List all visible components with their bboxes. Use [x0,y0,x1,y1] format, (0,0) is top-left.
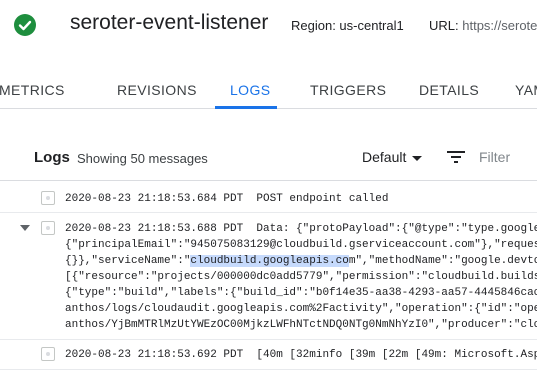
collapse-chevron-icon[interactable] [20,225,30,231]
filter-input[interactable]: Filter [479,149,510,165]
filter-icon[interactable] [447,150,465,164]
log-text-line: [{"resource":"projects/000000dc0add5779"… [65,271,537,283]
log-entry[interactable]: 2020-08-23 21:18:53.684 PDT POST endpoin… [0,187,537,209]
check-circle-icon [14,14,36,36]
row-divider [0,339,537,340]
log-text-line: {"type":"build","labels":{"build_id":"b0… [65,287,537,299]
log-text-line: anthos/logs/cloudaudit.googleapis.com%2F… [65,303,537,315]
severity-default-icon [41,221,55,235]
log-text: 2020-08-23 21:18:53.692 PDT [40m [32minf… [65,349,537,361]
tab-logs[interactable]: LOGS [230,82,271,98]
url-label: URL: [429,18,459,33]
log-entry[interactable]: 2020-08-23 21:18:53.692 PDT [40m [32minf… [0,343,537,365]
log-text-line: 2020-08-23 21:18:53.688 PDT Data: {"prot… [65,223,537,235]
region-label: Region: us-central1 [291,18,404,33]
service-name: seroter-event-listener [70,11,269,34]
severity-dropdown[interactable]: Default [362,149,423,165]
tab-triggers[interactable]: TRIGGERS [310,82,386,98]
tab-bar: METRICS REVISIONS LOGS TRIGGERS DETAILS … [0,70,537,109]
severity-value: Default [362,149,407,165]
tab-yaml[interactable]: YAM [515,82,537,98]
log-list: 2020-08-23 21:18:53.684 PDT POST endpoin… [0,180,537,374]
selected-text: cloudbuild.googleapis.co [190,255,349,267]
log-text-segment: m","methodName":"google.devto [348,255,537,267]
log-text-line: anthos/YjBmMTRlMzUtYWEzOC00MjkzLWFhNTctN… [65,319,537,331]
row-divider [0,369,537,370]
log-entry-expanded[interactable]: 2020-08-23 21:18:53.688 PDT Data: {"prot… [0,215,537,337]
tab-details[interactable]: DETAILS [419,82,479,98]
log-text-line: {"principalEmail":"945075083129@cloudbui… [65,239,537,251]
service-header: seroter-event-listener Region: us-centra… [0,0,537,56]
severity-default-icon [41,347,55,361]
caret-down-icon [412,155,423,161]
logs-count: Showing 50 messages [77,151,208,166]
log-text-segment: {}},"serviceName":" [65,255,191,267]
severity-default-icon [41,191,55,205]
tab-revisions[interactable]: REVISIONS [117,82,197,98]
log-text-line: {}},"serviceName":"cloudbuild.googleapis… [65,253,537,269]
row-divider [0,212,537,213]
url-link[interactable]: https://seroter- [462,18,537,33]
service-url: URL: https://seroter- [429,18,537,33]
active-tab-indicator [215,106,277,109]
tab-metrics[interactable]: METRICS [0,82,65,98]
logs-title: Logs [34,149,70,166]
log-text: 2020-08-23 21:18:53.684 PDT POST endpoin… [65,193,389,205]
